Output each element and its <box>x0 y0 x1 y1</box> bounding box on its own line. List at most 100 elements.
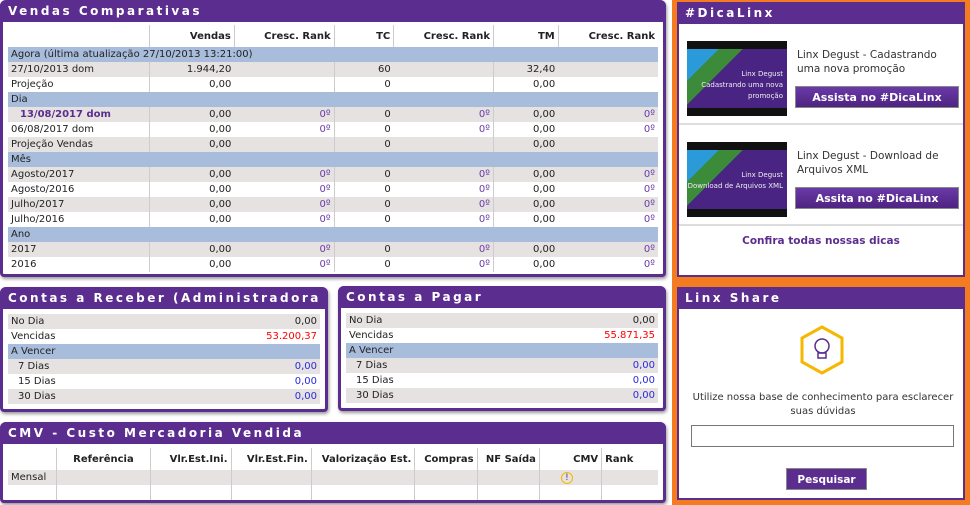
cell-value: 0º <box>478 124 490 135</box>
vendas-table: Vendas Cresc. Rank TC Cresc. Rank TM Cresc. R… <box>8 25 658 272</box>
column-header: Valorização Est. <box>310 448 415 470</box>
table-row: 13/08/2017 dom 0,00 0º 0 0º 0,00 0º <box>8 107 658 122</box>
section-label: Ano <box>8 227 658 242</box>
contas-receber-table: No Dia 0,00 Vencidas 53.200,37 A Vencer 7 Dia… <box>8 314 320 404</box>
row-label: Agosto/2016 <box>11 184 75 195</box>
dica-item: Linx Degust Download de Arquivos XML Linx … <box>679 125 963 226</box>
panel-title: Vendas Comparativas <box>0 0 666 22</box>
cell-value <box>558 137 658 152</box>
table-row: 15 Dias 0,00 <box>8 374 320 389</box>
cell-value: 0º <box>643 259 655 270</box>
cell-value: 0º <box>234 167 335 182</box>
cell-value: 0º <box>478 184 490 195</box>
table-row: 30 Dias 0,00 <box>8 389 320 404</box>
cell-value: 0º <box>234 107 335 122</box>
cell-value: 0,00 <box>149 182 235 197</box>
column-header: Vendas <box>149 25 235 47</box>
cell-empty <box>150 485 231 500</box>
cell-value: 0º <box>558 242 658 257</box>
cell-value <box>558 62 658 77</box>
column-header <box>8 25 150 47</box>
watch-button[interactable]: Assista no #DicaLinx <box>795 86 959 108</box>
table-row: 7 Dias 0,00 <box>346 358 658 373</box>
row-label: No Dia <box>346 313 494 328</box>
section-label: Agora (última atualização 27/10/2013 13:… <box>8 47 658 62</box>
table-row: Agosto/2017 0,00 0º 0 0º 0,00 0º <box>8 167 658 182</box>
thumb-text: Cadastrando uma nova promoção <box>701 81 783 100</box>
cell-value: 0,00 <box>149 107 235 122</box>
cell-value: 0º <box>234 197 335 212</box>
table-row: 2017 0,00 0º 0 0º 0,00 0º <box>8 242 658 257</box>
column-header: TM <box>493 25 559 47</box>
row-label: A Vencer <box>8 344 156 359</box>
cell-value: 0,00 <box>149 77 235 92</box>
cell-value: 1.944,20 <box>149 62 235 77</box>
cell-value: 0º <box>319 214 331 225</box>
thumb-text: Download de Arquivos XML <box>687 182 783 190</box>
search-button[interactable]: Pesquisar <box>786 468 867 490</box>
table-row: No Dia 0,00 <box>346 313 658 328</box>
cell-value: 0,00 <box>149 257 235 272</box>
cell-value: 0 <box>333 167 394 182</box>
cell-value: 0º <box>234 242 335 257</box>
cell-value: 0º <box>643 184 655 195</box>
table-row: 06/08/2017 dom 0,00 0º 0 0º 0,00 0º <box>8 122 658 137</box>
cell-value: 0,00 <box>493 212 559 227</box>
dica-title: Linx Degust - Download de Arquivos XML <box>797 150 939 176</box>
header-row: Referência Vlr.Est.Ini. Vlr.Est.Fin. Valori… <box>8 448 658 470</box>
column-header: Cresc. Rank <box>233 25 335 47</box>
watch-button[interactable]: Assita no #DicaLinx <box>795 187 959 209</box>
panel-title: Linx Share <box>677 287 965 309</box>
cell-value <box>150 470 231 485</box>
cell-value: 0,00 <box>493 197 559 212</box>
cmv-panel: CMV - Custo Mercadoria Vendida Referênci… <box>0 422 666 503</box>
cell-value: 0º <box>558 197 658 212</box>
row-label: 15 Dias <box>18 376 56 387</box>
column-header: Vlr.Est.Ini. <box>150 448 231 470</box>
row-value: 0,00 <box>632 375 655 386</box>
cell-value: 0º <box>393 167 494 182</box>
row-label: 2016 <box>11 259 37 270</box>
cell-value: 0,00 <box>493 257 559 272</box>
column-header: Cresc. Rank <box>557 25 658 47</box>
lightbulb-icon <box>799 325 845 375</box>
cell-value <box>310 470 415 485</box>
cell-value: 0º <box>319 184 331 195</box>
section-row: A Vencer <box>8 344 320 359</box>
cell-value: 0,00 <box>493 167 559 182</box>
video-thumbnail[interactable]: Linx Degust Download de Arquivos XML <box>687 142 787 217</box>
row-label[interactable]: 13/08/2017 dom <box>8 107 150 122</box>
cell-value: 0º <box>558 107 658 122</box>
cell-empty <box>601 485 658 500</box>
panel-title: Contas a Receber (Administradora <box>0 287 328 309</box>
cell-value <box>394 77 494 92</box>
search-input[interactable] <box>691 425 954 447</box>
contas-pagar-table: No Dia 0,00 Vencidas 55.871,35 A Vencer 7 Dia… <box>346 313 658 403</box>
table-row: Projeção 0,00 0 0,00 <box>8 77 658 92</box>
dica-title: Linx Degust - Cadastrando uma nova promo… <box>797 49 937 75</box>
cell-empty <box>8 485 56 500</box>
cell-value: 0º <box>478 259 490 270</box>
video-thumbnail[interactable]: Linx Degust Cadastrando uma nova promoção <box>687 41 787 116</box>
table-row: 30 Dias 0,00 <box>346 388 658 403</box>
cell-value <box>55 470 151 485</box>
all-tips-link[interactable]: Confira todas nossas dicas <box>679 226 963 247</box>
cell-value: 0,00 <box>149 242 235 257</box>
cell-value: 0 <box>333 212 394 227</box>
cell-value: 60 <box>333 62 394 77</box>
cell-empty <box>230 485 312 500</box>
cell-value <box>234 77 334 92</box>
cell-value <box>234 137 335 152</box>
exclamation-circle-icon[interactable]: ! <box>560 471 573 484</box>
dicalinx-panel: #DicaLinx Linx Degust Cadastrando uma nov… <box>677 2 965 277</box>
row-label: Projeção Vendas <box>8 137 150 152</box>
right-sidebar: #DicaLinx Linx Degust Cadastrando uma nov… <box>672 0 970 505</box>
cell-value: 0 <box>333 257 394 272</box>
cell-value: 0º <box>478 214 490 225</box>
cell-value: 0,00 <box>493 107 559 122</box>
row-label: 7 Dias <box>346 358 494 373</box>
section-row: Dia <box>8 92 658 107</box>
row-label: 15 Dias <box>356 375 394 386</box>
table-row: Projeção Vendas 0,00 0 0,00 <box>8 137 658 152</box>
cell-value: 0º <box>558 167 658 182</box>
